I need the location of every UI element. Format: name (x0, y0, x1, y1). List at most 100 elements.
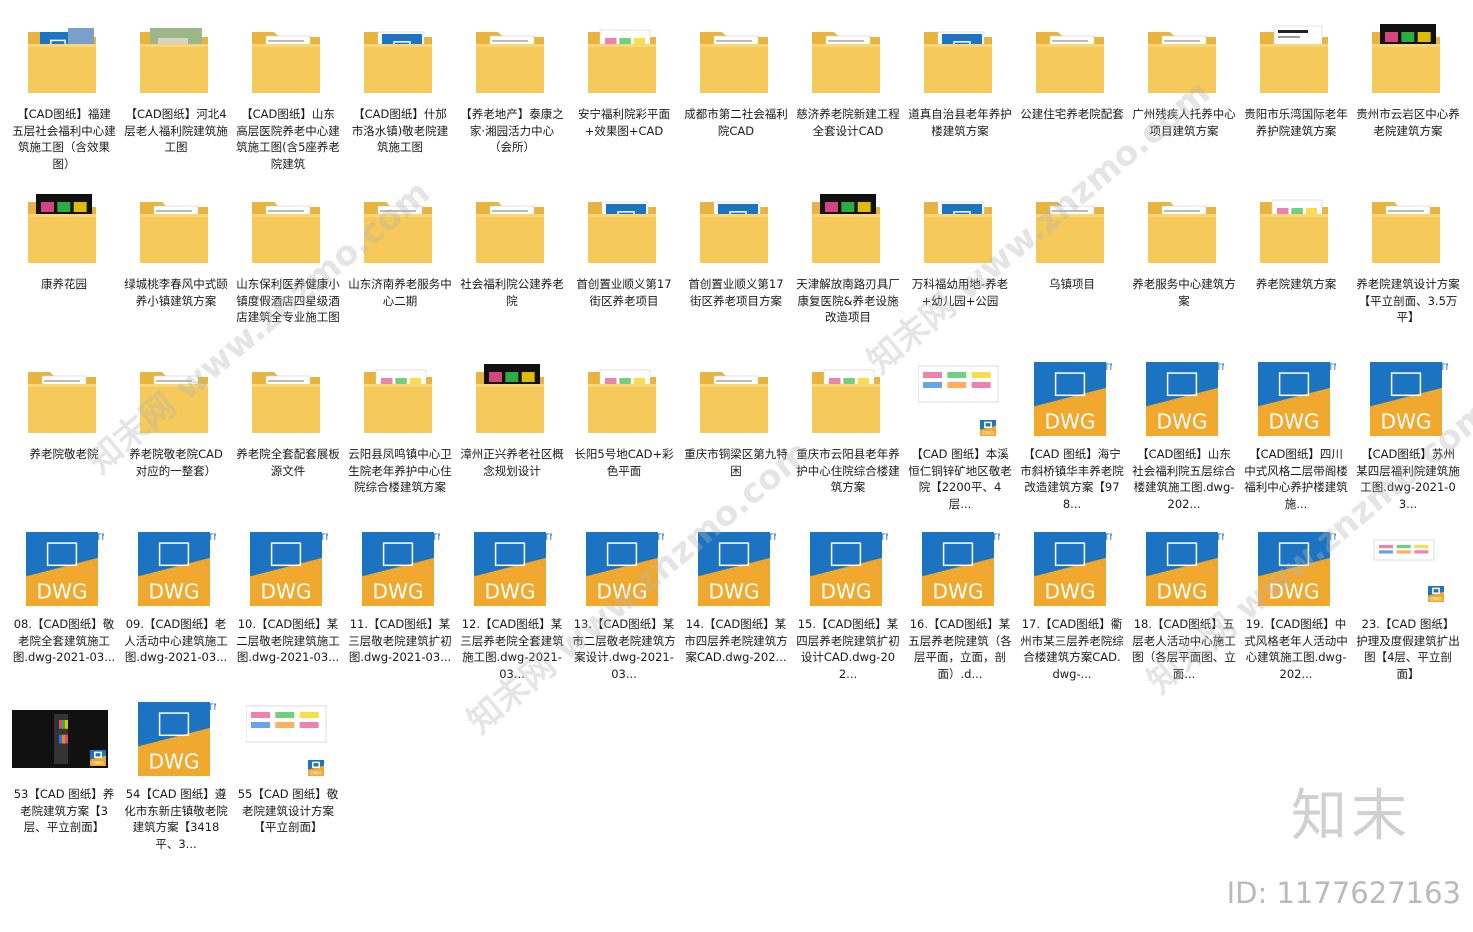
folder-icon (246, 18, 328, 100)
file-item[interactable]: DWG 万科福幼用地-养老+幼儿园+公园 (904, 180, 1016, 350)
file-item-label: 53【CAD 图纸】养老院建筑方案【3层、平立剖面】 (13, 787, 115, 834)
file-item[interactable]: DWG 53【CAD 图纸】养老院建筑方案【3层、平立剖面】 (8, 690, 120, 860)
file-item[interactable]: 公建住宅养老院配套 (1016, 10, 1128, 180)
file-item[interactable]: DWG 道真自治县老年养护楼建筑方案 (904, 10, 1016, 180)
file-item[interactable]: 广州残疾人托养中心项目建筑方案 (1128, 10, 1240, 180)
file-item[interactable]: DWG TM 14.【CAD图纸】某市四层养老院建筑方案CAD.dwg-202... (680, 520, 792, 690)
file-item[interactable]: DWG TM 【CAD 图纸】海宁市斜桥镇华丰养老院改造建筑方案【978... (1016, 350, 1128, 520)
file-item[interactable]: DWG TM 17.【CAD图纸】衢州市某三层养老院综合楼建筑方案CAD.dwg-.… (1016, 520, 1128, 690)
file-item[interactable]: 云阳县凤鸣镇中心卫生院老年养护中心住院综合楼建筑方案 (344, 350, 456, 520)
file-item[interactable]: DWG TM 16.【CAD图纸】某五层养老院建筑（各层平面，立面，剖面）.d... (904, 520, 1016, 690)
file-item[interactable]: 慈济养老院新建工程全套设计CAD (792, 10, 904, 180)
file-item[interactable]: 长阳5号地CAD+彩色平面 (568, 350, 680, 520)
file-item-label: 09.【CAD图纸】老人活动中心建筑施工图.dwg-2021-03... (124, 617, 228, 664)
file-item[interactable]: DWG TM 18.【CAD图纸】五层老人活动中心施工图（各层平面图、立面... (1128, 520, 1240, 690)
svg-text:DWG: DWG (982, 430, 994, 436)
file-item[interactable]: DWG 【CAD图纸】福建五层社会福利中心建筑施工图（含效果图） (8, 10, 120, 180)
file-item-label: 【CAD图纸】苏州某四层福利院建筑施工图.dwg-2021-03... (1356, 447, 1460, 511)
file-item[interactable]: DWG 首创置业顺义第17街区养老项目 (568, 180, 680, 350)
file-item[interactable]: DWG 【CAD 图纸】本溪恒仁铜锌矿地区敬老院【2200平、4层... (904, 350, 1016, 520)
dwg-file-icon: DWG TM (918, 528, 1000, 610)
svg-text:TM: TM (655, 533, 664, 543)
file-item-label: 广州残疾人托养中心项目建筑方案 (1132, 107, 1236, 138)
svg-text:TM: TM (543, 533, 552, 543)
file-item[interactable]: 安宁福利院彩平面+效果图+CAD (568, 10, 680, 180)
file-item-label: 【CAD图纸】山东社会福利院五层综合楼建筑施工图.dwg-202... (1132, 447, 1236, 511)
svg-text:TM: TM (1215, 363, 1224, 373)
svg-text:TM: TM (319, 533, 328, 543)
file-item[interactable]: DWG TM 09.【CAD图纸】老人活动中心建筑施工图.dwg-2021-03..… (120, 520, 232, 690)
svg-text:DWG: DWG (92, 760, 104, 766)
svg-text:TM: TM (207, 703, 216, 713)
file-item[interactable]: 养老服务中心建筑方案 (1128, 180, 1240, 350)
file-item-label: 长阳5号地CAD+彩色平面 (574, 447, 674, 478)
file-item[interactable]: DWG TM 54【CAD 图纸】遵化市东新庄镇敬老院建筑方案【3418平、3... (120, 690, 232, 860)
dwg-file-icon: DWG TM (694, 528, 776, 610)
file-item[interactable]: 天津解放南路刃具厂康复医院&养老设施改造项目 (792, 180, 904, 350)
file-item-label: 【CAD 图纸】海宁市斜桥镇华丰养老院改造建筑方案【978... (1020, 447, 1124, 511)
dwg-file-icon: DWG TM (134, 528, 216, 610)
file-item[interactable]: 绿城桃李春风中式颐养小镇建筑方案 (120, 180, 232, 350)
file-item[interactable]: 贵阳市乐湾国际老年养护院建筑方案 (1240, 10, 1352, 180)
file-item[interactable]: 养老院建筑设计方案【平立剖面、3.5万平】 (1352, 180, 1464, 350)
folder-icon (134, 18, 216, 100)
file-item[interactable]: 成都市第二社会福利院CAD (680, 10, 792, 180)
svg-text:DWG: DWG (1268, 580, 1319, 604)
watermark-brand: 知末 (1291, 784, 1411, 849)
file-item[interactable]: 山东保利医养健康小镇度假酒店四星级酒店建筑全专业施工图 (232, 180, 344, 350)
watermark-id: ID: 1177627163 (1226, 876, 1461, 910)
file-item[interactable]: DWG TM 【CAD图纸】四川中式风格二层带阁楼福利中心养护楼建筑施... (1240, 350, 1352, 520)
file-item-label: 首创置业顺义第17街区养老项目 (576, 277, 672, 308)
folder-icon (246, 188, 328, 270)
file-item-label: 【养老地产】泰康之家·湘园活力中心（会所） (460, 107, 564, 154)
dwg-file-icon: DWG TM (1254, 528, 1336, 610)
file-item[interactable]: 养老院全套配套展板源文件 (232, 350, 344, 520)
file-item[interactable]: DWG TM 08.【CAD图纸】敬老院全套建筑施工图.dwg-2021-03... (8, 520, 120, 690)
svg-text:DWG: DWG (1156, 580, 1207, 604)
folder-icon (582, 358, 664, 440)
file-item[interactable]: DWG 23.【CAD 图纸】护理及度假建筑扩出图【4层、平立剖面】 (1352, 520, 1464, 690)
file-item-label: 23.【CAD 图纸】护理及度假建筑扩出图【4层、平立剖面】 (1356, 617, 1460, 681)
svg-text:DWG: DWG (708, 580, 759, 604)
file-item[interactable]: DWG TM 【CAD图纸】山东社会福利院五层综合楼建筑施工图.dwg-202... (1128, 350, 1240, 520)
file-item[interactable]: 【养老地产】泰康之家·湘园活力中心（会所） (456, 10, 568, 180)
file-item[interactable]: DWG TM 13.【CAD图纸】某市二层敬老院建筑方案设计.dwg-2021-03… (568, 520, 680, 690)
file-item[interactable]: DWG 首创置业顺义第17街区养老项目方案 (680, 180, 792, 350)
file-item-label: 【CAD图纸】四川中式风格二层带阁楼福利中心养护楼建筑施... (1244, 447, 1348, 511)
folder-icon (134, 358, 216, 440)
folder-icon (22, 188, 104, 270)
file-item[interactable]: DWG TM 10.【CAD图纸】某二层敬老院建筑施工图.dwg-2021-03..… (232, 520, 344, 690)
folder-icon (1030, 18, 1112, 100)
dwg-file-icon: DWG TM (134, 698, 216, 780)
file-item-label: 55【CAD 图纸】敬老院建筑设计方案【平立剖面】 (237, 787, 339, 834)
file-item[interactable]: 重庆市云阳县老年养护中心住院综合楼建筑方案 (792, 350, 904, 520)
folder-icon (694, 358, 776, 440)
file-item[interactable]: DWG TM 19.【CAD图纸】中式风格老年人活动中心建筑施工图.dwg-202.… (1240, 520, 1352, 690)
file-item[interactable]: 【CAD图纸】山东高层医院养老中心建筑施工图(含5座养老院建筑 (232, 10, 344, 180)
file-item[interactable]: 养老院建筑方案 (1240, 180, 1352, 350)
file-item[interactable]: DWG 55【CAD 图纸】敬老院建筑设计方案【平立剖面】 (232, 690, 344, 860)
dwg-file-icon: DWG TM (1366, 358, 1448, 440)
svg-text:DWG: DWG (1268, 410, 1319, 434)
file-item[interactable]: 养老院敬老院CAD对应的一整套） (120, 350, 232, 520)
folder-icon (134, 188, 216, 270)
file-item[interactable]: DWG TM 15.【CAD图纸】某四层养老院建筑扩初设计CAD.dwg-202..… (792, 520, 904, 690)
file-item[interactable]: DWG 【CAD图纸】什邡市洛水镇)敬老院建筑施工图 (344, 10, 456, 180)
folder-icon (358, 358, 440, 440)
file-item[interactable]: DWG TM 【CAD图纸】苏州某四层福利院建筑施工图.dwg-2021-03... (1352, 350, 1464, 520)
file-item[interactable]: DWG TM 12.【CAD图纸】某三层养老院全套建筑施工图.dwg-2021-03… (456, 520, 568, 690)
folder-icon (806, 188, 888, 270)
file-item[interactable]: 养老院敬老院 (8, 350, 120, 520)
file-item[interactable]: 社会福利院公建养老院 (456, 180, 568, 350)
file-item[interactable]: DWG TM 11.【CAD图纸】某三层敬老院建筑扩初图.dwg-2021-03..… (344, 520, 456, 690)
file-item[interactable]: 康养花园 (8, 180, 120, 350)
folder-icon (1254, 18, 1336, 100)
file-item-label: 养老服务中心建筑方案 (1132, 277, 1236, 308)
file-item[interactable]: 【CAD图纸】河北4层老人福利院建筑施工图 (120, 10, 232, 180)
file-item[interactable]: 漳州正兴养老社区概念规划设计 (456, 350, 568, 520)
file-item[interactable]: 山东济南养老服务中心二期 (344, 180, 456, 350)
file-item-label: 乌镇项目 (1049, 277, 1095, 291)
file-item[interactable]: 贵州市云岩区中心养老院建筑方案 (1352, 10, 1464, 180)
file-item[interactable]: 重庆市铜梁区第九特困 (680, 350, 792, 520)
file-item[interactable]: 乌镇项目 (1016, 180, 1128, 350)
